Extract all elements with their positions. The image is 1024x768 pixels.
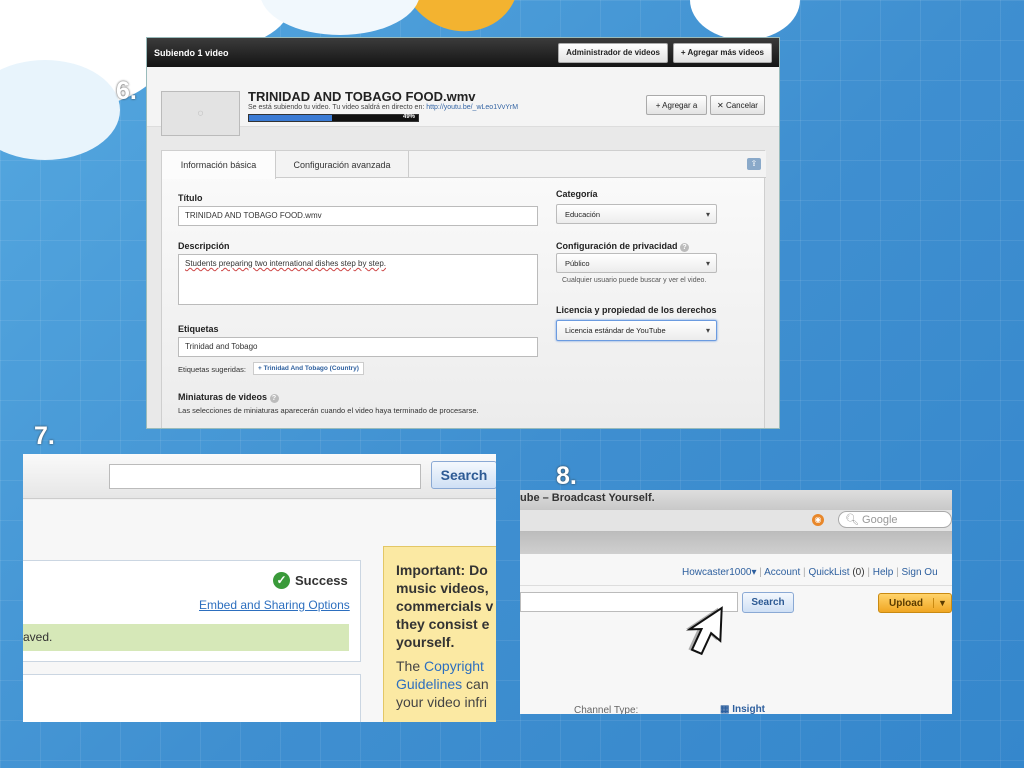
- upload-header-title: Subiendo 1 video: [154, 47, 229, 58]
- video-thumbnail: ◌: [161, 91, 240, 136]
- sign-out-link[interactable]: Sign Ou: [902, 567, 938, 578]
- mouse-cursor-icon: [670, 598, 740, 658]
- success-panel-screenshot: Search ✓ Success Embed and Sharing Optio…: [23, 454, 496, 722]
- cancel-button[interactable]: ✕ Cancelar: [710, 95, 765, 115]
- window-titlebar: ube – Broadcast Yourself.: [520, 490, 952, 510]
- account-link[interactable]: Account: [764, 567, 800, 578]
- important-notice: Important: Do music videos, commercials …: [383, 546, 496, 722]
- copyright-line: your video infri: [396, 694, 488, 710]
- important-line: Important: Do: [396, 562, 488, 578]
- category-label: Categoría: [556, 189, 598, 199]
- add-to-button[interactable]: + Agregar a: [646, 95, 707, 115]
- help-link[interactable]: Help: [873, 567, 894, 578]
- suggested-tag-chip[interactable]: + Trinidad And Tobago (Country): [253, 362, 364, 375]
- thumbnails-note: Las selecciones de miniaturas aparecerán…: [178, 406, 479, 415]
- title-input[interactable]: TRINIDAD AND TOBAGO FOOD.wmv: [178, 206, 538, 226]
- youtube-header-screenshot: ube – Broadcast Yourself. ◉ 🔍︎ Google Ho…: [520, 490, 952, 714]
- tab-advanced-settings[interactable]: Configuración avanzada: [276, 151, 409, 178]
- checkmark-icon: ✓: [273, 572, 290, 589]
- rss-icon[interactable]: ◉: [812, 514, 824, 526]
- progress-fill: [249, 115, 332, 121]
- upload-header-bar: Subiendo 1 video Administrador de videos…: [147, 38, 779, 67]
- tags-label: Etiquetas: [178, 324, 219, 334]
- search-input[interactable]: [109, 464, 421, 489]
- upload-button[interactable]: Upload ▼: [878, 593, 952, 613]
- guidelines-link[interactable]: Guidelines: [396, 676, 462, 692]
- lower-box: [23, 674, 361, 722]
- share-icon[interactable]: ⇪: [747, 158, 761, 170]
- magnifier-icon: 🔍︎: [845, 514, 859, 526]
- upload-status-text: Se está subiendo tu video. Tu video sald…: [248, 104, 519, 111]
- upload-progress-bar: 49%: [248, 114, 419, 122]
- upload-panel-screenshot: Subiendo 1 video Administrador de videos…: [146, 37, 780, 429]
- success-message: ✓ Success: [273, 572, 348, 589]
- chart-icon: ▦: [720, 704, 730, 714]
- privacy-label: Configuración de privacidad ?: [556, 241, 690, 252]
- user-menu[interactable]: Howcaster1000▾: [682, 567, 757, 578]
- video-info-form: Información básica Configuración avanzad…: [161, 150, 766, 428]
- license-label: Licencia y propiedad de los derechos: [556, 305, 717, 315]
- tab-basic-info[interactable]: Información básica: [162, 151, 276, 179]
- chevron-down-icon[interactable]: ▼: [933, 598, 951, 608]
- video-title: TRINIDAD AND TOBAGO FOOD.wmv: [248, 89, 476, 104]
- license-select[interactable]: Licencia estándar de YouTube: [556, 320, 717, 341]
- video-url-link[interactable]: http://youtu.be/_wLeo1VvYrM: [426, 104, 518, 111]
- important-line: yourself.: [396, 634, 455, 650]
- help-icon[interactable]: ?: [680, 243, 690, 252]
- copyright-link[interactable]: Copyright: [424, 658, 484, 674]
- gray-strip: [520, 532, 952, 554]
- search-button[interactable]: Search: [431, 461, 496, 489]
- divider: [520, 585, 952, 586]
- privacy-select[interactable]: Público: [556, 253, 717, 273]
- loading-spinner-icon: ◌: [197, 108, 204, 119]
- insight-link[interactable]: ▦ Insight: [720, 704, 765, 714]
- thumbnails-label: Miniaturas de videos ?: [178, 392, 279, 403]
- upload-status-area: ◌ TRINIDAD AND TOBAGO FOOD.wmv Se está s…: [147, 67, 779, 136]
- important-line: commercials v: [396, 598, 494, 614]
- step-number-7: 7.: [34, 422, 55, 450]
- channel-type-label: Channel Type:: [574, 705, 639, 714]
- user-nav: Howcaster1000▾ | Account | QuickList (0)…: [682, 567, 938, 578]
- add-more-videos-button[interactable]: + Agregar más videos: [672, 42, 772, 63]
- video-manager-button[interactable]: Administrador de videos: [558, 42, 668, 63]
- help-icon[interactable]: ?: [269, 394, 279, 403]
- step-number-8: 8.: [556, 462, 577, 490]
- saved-banner: aved.: [23, 624, 349, 651]
- description-textarea[interactable]: Students preparing two international dis…: [178, 254, 538, 305]
- copyright-line: The Copyright: [396, 658, 484, 674]
- step-number-6: 6.: [116, 77, 137, 105]
- tags-input[interactable]: Trinidad and Tobago: [178, 337, 538, 357]
- important-line: music videos,: [396, 580, 489, 596]
- privacy-note: Cualquier usuario puede buscar y ver el …: [562, 277, 707, 284]
- copyright-line: Guidelines can: [396, 676, 489, 692]
- quicklist-link[interactable]: QuickList: [808, 567, 849, 578]
- form-tabs: Información básica Configuración avanzad…: [162, 151, 766, 179]
- suggested-tags-label: Etiquetas sugeridas:: [178, 365, 246, 374]
- progress-label: 49%: [402, 114, 415, 120]
- quicklist-count: (0): [852, 567, 865, 578]
- embed-sharing-link[interactable]: Embed and Sharing Options: [199, 598, 350, 612]
- description-label: Descripción: [178, 241, 230, 251]
- important-line: they consist e: [396, 616, 490, 632]
- title-label: Título: [178, 193, 203, 203]
- google-search-input[interactable]: 🔍︎ Google: [838, 511, 952, 528]
- youtube-search-button[interactable]: Search: [742, 592, 794, 613]
- category-select[interactable]: Educación: [556, 204, 717, 224]
- cursor-arrow-svg: [685, 606, 723, 656]
